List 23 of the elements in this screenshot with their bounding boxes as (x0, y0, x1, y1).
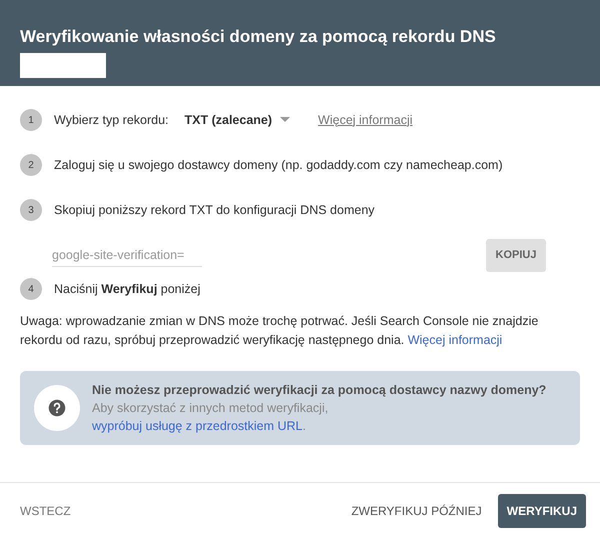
more-info-link[interactable]: Więcej informacji (408, 333, 502, 347)
step-number: 2 (20, 154, 42, 176)
copy-button[interactable]: KOPIUJ (486, 239, 546, 272)
dialog-title: Weryfikowanie własności domeny za pomocą rekordu DNS (20, 26, 497, 48)
help-icon (48, 399, 66, 417)
back-button[interactable]: WSTECZ (14, 494, 77, 528)
note-text: Uwaga: wprowadzanie zmian w DNS może trochę potrwać. Jeśli Search Console nie znajdzie rekordu od razu, spróbuj przeprowadzić weryfikację następnego dnia. Więcej informacji (20, 313, 540, 349)
caret-icon (280, 117, 290, 123)
step-number: 3 (20, 199, 42, 221)
step-label: Wybierz typ rekordu: (54, 112, 169, 129)
help-text: Aby skorzystać z innych metod weryfikacji, wypróbuj usługę z przedrostkiem URL. (92, 400, 330, 435)
more-info-link[interactable]: Więcej informacji (318, 110, 413, 130)
url-prefix-link[interactable]: wypróbuj usługę z przedrostkiem URL (92, 419, 303, 433)
record-type-dropdown[interactable]: TXT (zalecane) (184, 110, 290, 130)
step-number: 1 (20, 109, 42, 131)
step-label: Zaloguj się u swojego dostawcy domeny (np. godaddy.com czy namecheap.com) (54, 156, 503, 174)
record-field[interactable]: google-site-verification= (52, 244, 202, 268)
step-number: 4 (20, 278, 42, 300)
help-title: Nie możesz przeprowadzić weryfikacji za pomocą dostawcy nazwy domeny? (92, 382, 546, 399)
verify-later-button[interactable]: ZWERYFIKUJ PÓŹNIEJ (345, 494, 488, 528)
step-label: Skopiuj poniższy rekord TXT do konfiguracji DNS domeny (54, 202, 375, 219)
verify-button[interactable]: WERYFIKUJ (498, 494, 586, 528)
step-label: Naciśnij Weryfikuj poniżej (54, 280, 200, 298)
